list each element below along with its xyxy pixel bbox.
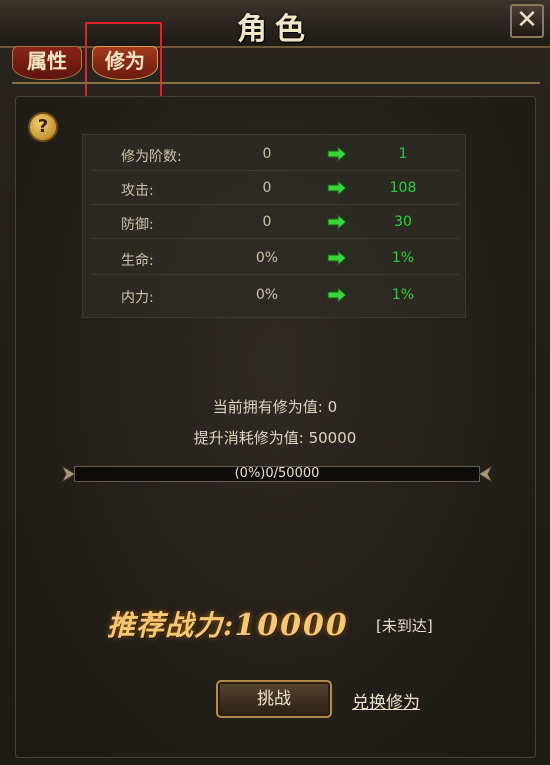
stat-current: 0 — [262, 214, 272, 230]
tab-divider — [12, 82, 540, 84]
owned-label: 当前拥有修为值: — [212, 398, 323, 416]
stat-current: 0% — [255, 287, 279, 303]
right-arrow-icon — [327, 286, 347, 307]
right-arrow-icon — [327, 249, 347, 270]
power-value: 10000 — [234, 608, 349, 643]
stat-row-level: 修为阶数: 0 1 — [83, 137, 467, 171]
window-title: 角色 — [237, 12, 313, 47]
cultivation-progress-bar: (0%)0/50000 — [60, 463, 494, 485]
stat-row-inner-power: 内力: 0% 1% — [83, 278, 467, 312]
cost-label: 提升消耗修为值: — [193, 429, 304, 447]
progress-text: (0%)0/50000 — [234, 466, 320, 481]
character-window: 角色 ✕ 属性 修为 ? 修为阶数: 0 1 攻击: 0 108 防御: 0 3… — [0, 0, 550, 765]
right-arrow-icon — [327, 179, 347, 200]
tab-highlight-box — [85, 22, 162, 99]
stat-next: 1% — [391, 287, 415, 303]
power-label: 推荐战力: — [107, 609, 235, 642]
title-bar: 角色 ✕ — [0, 0, 550, 48]
recommended-power: 推荐战力:10000 — [107, 604, 349, 644]
row-divider — [91, 238, 459, 239]
tab-attributes[interactable]: 属性 — [12, 46, 82, 80]
stat-row-defense: 防御: 0 30 — [83, 205, 467, 239]
cost-value: 50000 — [308, 429, 357, 447]
stat-next: 1 — [398, 146, 408, 162]
help-button[interactable]: ? — [28, 112, 58, 142]
stat-label: 生命: — [121, 253, 154, 269]
stat-label: 修为阶数: — [121, 149, 182, 165]
row-divider — [91, 274, 459, 275]
stat-label: 内力: — [121, 290, 154, 306]
stat-label: 攻击: — [121, 183, 154, 199]
stat-row-attack: 攻击: 0 108 — [83, 171, 467, 205]
right-arrow-icon — [327, 145, 347, 166]
power-status: [未到达] — [376, 617, 433, 635]
challenge-button[interactable]: 挑战 — [216, 680, 332, 718]
right-arrow-icon — [327, 213, 347, 234]
stat-current: 0 — [262, 180, 272, 196]
exchange-cultivation-link[interactable]: 兑换修为 — [352, 688, 420, 713]
close-button[interactable]: ✕ — [510, 4, 544, 38]
upgrade-cost: 提升消耗修为值: 50000 — [0, 427, 550, 448]
stat-current: 0 — [262, 146, 272, 162]
stat-label: 防御: — [121, 217, 154, 233]
stats-table: 修为阶数: 0 1 攻击: 0 108 防御: 0 30 生命: 0% 1% 内… — [82, 134, 466, 318]
stat-current: 0% — [255, 250, 279, 266]
owned-value: 0 — [327, 398, 338, 416]
stat-next: 1% — [391, 250, 415, 266]
stat-row-health: 生命: 0% 1% — [83, 241, 467, 275]
owned-cultivation: 当前拥有修为值: 0 — [0, 396, 550, 417]
stat-next: 108 — [389, 180, 417, 196]
stat-next: 30 — [394, 214, 412, 230]
